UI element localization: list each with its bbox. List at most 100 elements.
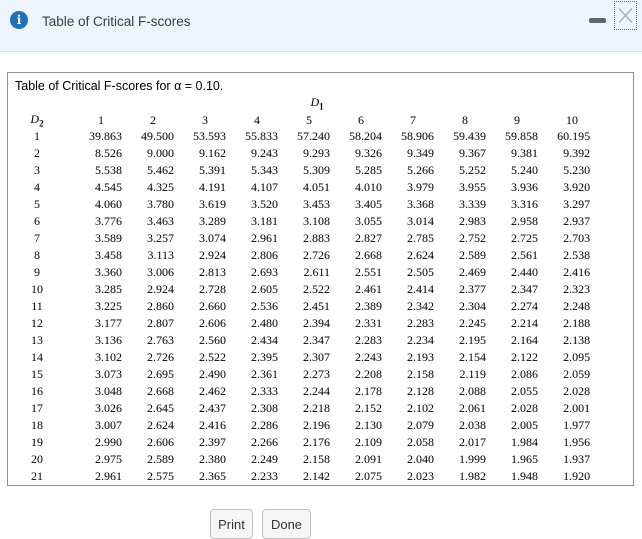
f-score-cell: 2.416 <box>199 418 226 433</box>
dialog-title: Table of Critical F-scores <box>42 14 191 29</box>
f-score-cell: 2.813 <box>199 265 226 280</box>
f-score-cell: 2.188 <box>563 316 591 331</box>
f-score-cell: 3.102 <box>95 350 122 365</box>
spacer-cell <box>16 95 74 112</box>
f-score-cell: 2.624 <box>147 418 174 433</box>
f-score-cell: 3.316 <box>511 197 538 212</box>
close-button[interactable] <box>614 1 637 30</box>
row-header: 10 <box>31 282 43 297</box>
f-score-cell: 2.176 <box>303 435 330 450</box>
minimize-button[interactable] <box>589 18 606 23</box>
f-score-cell: 2.218 <box>303 401 330 416</box>
f-score-cell: 2.575 <box>147 469 174 484</box>
f-score-cell: 2.058 <box>407 435 434 450</box>
col-header: 5 <box>306 112 312 127</box>
table-row: 9 3.360 3.006 2.813 2.693 2.611 2.551 2.505 2.46… <box>16 264 594 281</box>
table-row: 12 3.177 2.807 2.606 2.480 2.394 2.331 2.283 2.2… <box>16 315 594 332</box>
f-score-cell: 2.695 <box>147 367 174 382</box>
f-score-cell: 2.785 <box>407 231 434 246</box>
f-score-cell: 57.240 <box>297 129 330 144</box>
f-score-cell: 60.195 <box>557 129 591 144</box>
f-score-cell: 2.266 <box>251 435 278 450</box>
f-score-cell: 3.007 <box>95 418 122 433</box>
f-score-cell: 2.397 <box>199 435 226 450</box>
f-score-cell: 3.405 <box>355 197 382 212</box>
f-score-cell: 2.017 <box>459 435 486 450</box>
f-score-cell: 3.368 <box>407 197 434 212</box>
f-score-cell: 2.249 <box>251 452 278 467</box>
f-score-cell: 2.693 <box>251 265 278 280</box>
f-score-cell: 2.434 <box>251 333 278 348</box>
table-row: 19 2.990 2.606 2.397 2.266 2.176 2.109 2.058 2.0… <box>16 434 594 451</box>
f-score-cell: 9.367 <box>459 146 486 161</box>
f-score-cell: 2.451 <box>303 299 330 314</box>
f-score-cell: 2.273 <box>303 367 330 382</box>
f-score-cell: 2.416 <box>563 265 591 280</box>
row-header: 2 <box>34 146 40 161</box>
f-score-cell: 2.611 <box>303 265 330 280</box>
f-score-cell: 2.490 <box>199 367 226 382</box>
info-circle-icon: i <box>10 11 28 29</box>
row-header: 20 <box>31 452 43 467</box>
f-score-cell: 5.285 <box>355 163 382 178</box>
f-score-cell: 2.505 <box>407 265 434 280</box>
f-score-cell: 2.924 <box>147 282 174 297</box>
f-score-cell: 1.920 <box>563 469 591 484</box>
f-score-cell: 2.274 <box>511 299 538 314</box>
f-score-cell: 9.381 <box>511 146 538 161</box>
f-score-cell: 3.619 <box>199 197 226 212</box>
f-score-cell: 2.660 <box>199 299 226 314</box>
f-score-cell: 3.339 <box>459 197 486 212</box>
f-score-cell: 2.725 <box>511 231 538 246</box>
f-score-cell: 9.000 <box>147 146 174 161</box>
f-score-cell: 3.297 <box>563 197 591 212</box>
f-score-cell: 2.365 <box>199 469 226 484</box>
done-button[interactable]: Done <box>262 509 311 539</box>
f-score-cell: 2.119 <box>459 367 486 382</box>
f-score-cell: 2.138 <box>563 333 591 348</box>
f-score-cell: 2.522 <box>303 282 330 297</box>
row-header: 7 <box>34 231 40 246</box>
f-score-cell: 5.343 <box>251 163 278 178</box>
f-score-cell: 9.392 <box>563 146 591 161</box>
f-score-cell: 2.961 <box>95 469 122 484</box>
f-score-cell: 2.589 <box>459 248 486 263</box>
f-score-cell: 3.014 <box>407 214 434 229</box>
f-score-cell: 59.439 <box>453 129 486 144</box>
f-score-cell: 2.380 <box>199 452 226 467</box>
f-score-cell: 3.780 <box>147 197 174 212</box>
f-score-cell: 3.936 <box>511 180 538 195</box>
f-score-cell: 3.177 <box>95 316 122 331</box>
f-score-cell: 2.091 <box>355 452 382 467</box>
f-score-cell: 2.883 <box>303 231 330 246</box>
f-score-cell: 2.728 <box>199 282 226 297</box>
f-score-cell: 2.726 <box>303 248 330 263</box>
col-header: 10 <box>566 112 578 127</box>
f-score-cell: 2.561 <box>511 248 538 263</box>
f-score-cell: 4.545 <box>95 180 122 195</box>
table-row: 20 2.975 2.589 2.380 2.249 2.158 2.091 2.040 1.9… <box>16 451 594 468</box>
f-score-cell: 3.979 <box>407 180 434 195</box>
table-row: 1 39.863 49.500 53.593 55.833 57.240 58.204 58.… <box>16 128 594 145</box>
f-score-cell: 2.536 <box>251 299 278 314</box>
f-score-cell: 2.142 <box>303 469 330 484</box>
f-score-cell: 2.414 <box>407 282 434 297</box>
f-score-cell: 2.560 <box>199 333 226 348</box>
f-score-cell: 2.234 <box>407 333 434 348</box>
table-row: 2 8.526 9.000 9.162 9.243 9.293 9.326 9.349 9.36… <box>16 145 594 162</box>
f-score-cell: 2.752 <box>459 231 486 246</box>
f-score-cell: 3.048 <box>95 384 122 399</box>
print-button[interactable]: Print <box>210 509 253 539</box>
f-score-cell: 2.245 <box>459 316 486 331</box>
f-score-cell: 2.152 <box>355 401 382 416</box>
f-score-cell: 3.055 <box>355 214 382 229</box>
f-score-cell: 2.461 <box>355 282 382 297</box>
f-score-cell: 2.807 <box>147 316 174 331</box>
f-score-cell: 2.196 <box>303 418 330 433</box>
f-score-cell: 5.252 <box>459 163 486 178</box>
f-score-cell: 3.136 <box>95 333 122 348</box>
f-score-cell: 2.130 <box>355 418 382 433</box>
f-score-cell: 2.248 <box>563 299 591 314</box>
f-score-cell: 2.286 <box>251 418 278 433</box>
d1-group-label: D1 <box>310 95 324 112</box>
